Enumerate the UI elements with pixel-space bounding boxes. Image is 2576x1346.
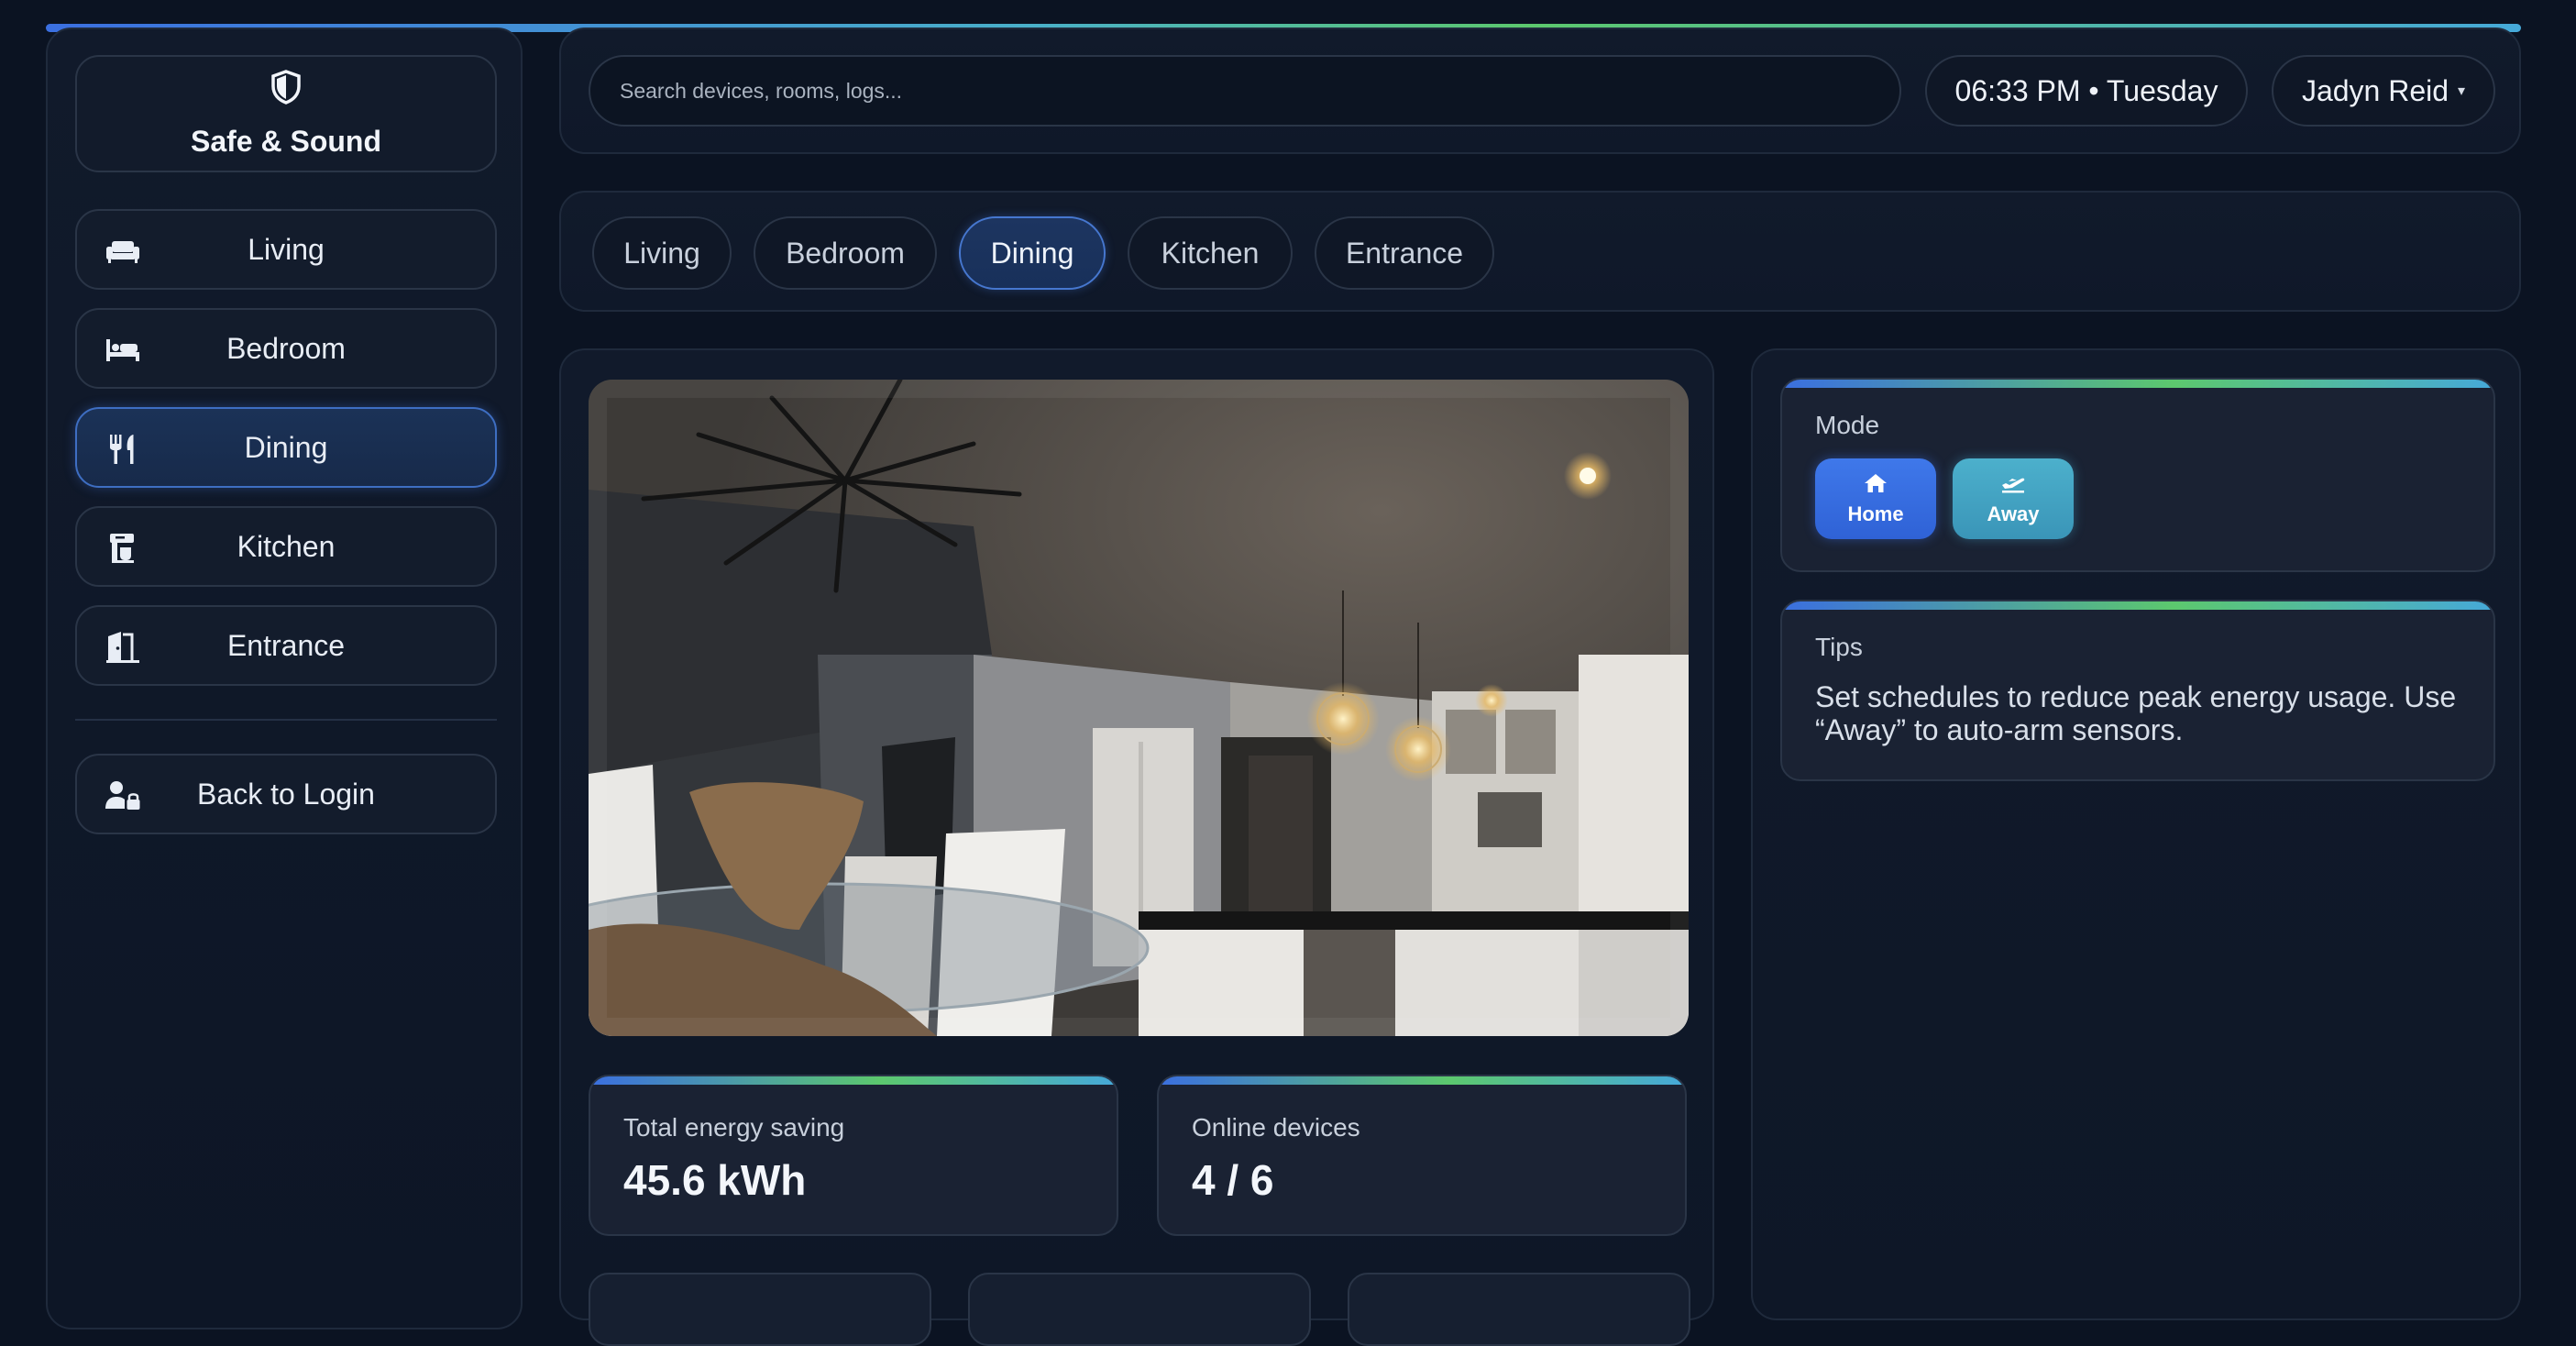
energy-saving-card: Total energy saving 45.6 kWh <box>589 1075 1118 1236</box>
stat-label: Online devices <box>1192 1113 1360 1142</box>
sidebar: Safe & Sound Living Bedroom Dining Kitch… <box>46 28 523 1329</box>
stat-value: 45.6 kWh <box>623 1156 807 1204</box>
card-accent-bar <box>590 1076 1117 1085</box>
header-bar: 06:33 PM • Tuesday Jadyn Reid ▾ <box>559 28 2521 154</box>
main-content-card: Total energy saving 45.6 kWh Online devi… <box>559 348 1714 1346</box>
brand-name: Safe & Sound <box>190 125 381 158</box>
sidebar-item-bedroom[interactable]: Bedroom <box>75 308 497 389</box>
home-icon <box>1815 473 1936 499</box>
sidebar-item-kitchen[interactable]: Kitchen <box>75 506 497 587</box>
sidebar-item-label: Kitchen <box>237 529 336 563</box>
sidebar-item-entrance[interactable]: Entrance <box>75 605 497 686</box>
sidebar-divider <box>75 719 497 721</box>
back-to-login-button[interactable]: Back to Login <box>75 754 497 834</box>
back-to-login-label: Back to Login <box>197 777 375 811</box>
sidebar-item-living[interactable]: Living <box>75 209 497 290</box>
device-card <box>968 1273 1311 1346</box>
home-mode-button[interactable]: Home <box>1815 458 1936 539</box>
tab-bedroom[interactable]: Bedroom <box>754 216 937 290</box>
device-card <box>1348 1273 1690 1346</box>
card-accent-bar <box>1782 601 2493 610</box>
mode-title: Mode <box>1815 411 1880 439</box>
sidebar-item-label: Dining <box>244 430 328 464</box>
away-mode-button[interactable]: Away <box>1953 458 2074 539</box>
tab-kitchen[interactable]: Kitchen <box>1128 216 1293 290</box>
tab-entrance[interactable]: Entrance <box>1315 216 1494 290</box>
stat-label: Total energy saving <box>623 1113 845 1142</box>
clock-display: 06:33 PM • Tuesday <box>1925 55 2248 127</box>
card-accent-bar <box>1782 380 2493 388</box>
user-menu-button[interactable]: Jadyn Reid ▾ <box>2272 55 2495 127</box>
search-input[interactable] <box>589 55 1901 127</box>
brand-card: Safe & Sound <box>75 55 497 172</box>
sidebar-item-label: Bedroom <box>226 331 346 365</box>
sidebar-item-label: Living <box>248 232 325 266</box>
mode-label: Home <box>1847 502 1904 525</box>
sidebar-item-label: Entrance <box>226 628 346 662</box>
tab-dining[interactable]: Dining <box>959 216 1106 290</box>
card-accent-bar <box>1159 1076 1685 1085</box>
room-tabs: Living Bedroom Dining Kitchen Entrance <box>559 191 2521 312</box>
online-devices-card: Online devices 4 / 6 <box>1157 1075 1687 1236</box>
chevron-down-icon: ▾ <box>2458 83 2466 99</box>
plane-departure-icon <box>1953 473 2074 499</box>
mode-label: Away <box>1987 502 2040 525</box>
stat-value: 4 / 6 <box>1192 1156 1274 1204</box>
user-name: Jadyn Reid <box>2301 73 2449 107</box>
tab-living[interactable]: Living <box>592 216 732 290</box>
side-panel: Mode Home Away Tips Set schedules to red <box>1751 348 2521 1320</box>
camera-feed-image <box>589 380 1689 1036</box>
tips-text: Set schedules to reduce peak energy usag… <box>1815 680 2457 746</box>
tips-title: Tips <box>1815 633 1863 661</box>
tips-panel: Tips Set schedules to reduce peak energy… <box>1780 600 2495 781</box>
device-card <box>589 1273 931 1346</box>
mode-panel: Mode Home Away <box>1780 378 2495 572</box>
sidebar-item-dining[interactable]: Dining <box>75 407 497 488</box>
shield-icon <box>77 70 495 109</box>
